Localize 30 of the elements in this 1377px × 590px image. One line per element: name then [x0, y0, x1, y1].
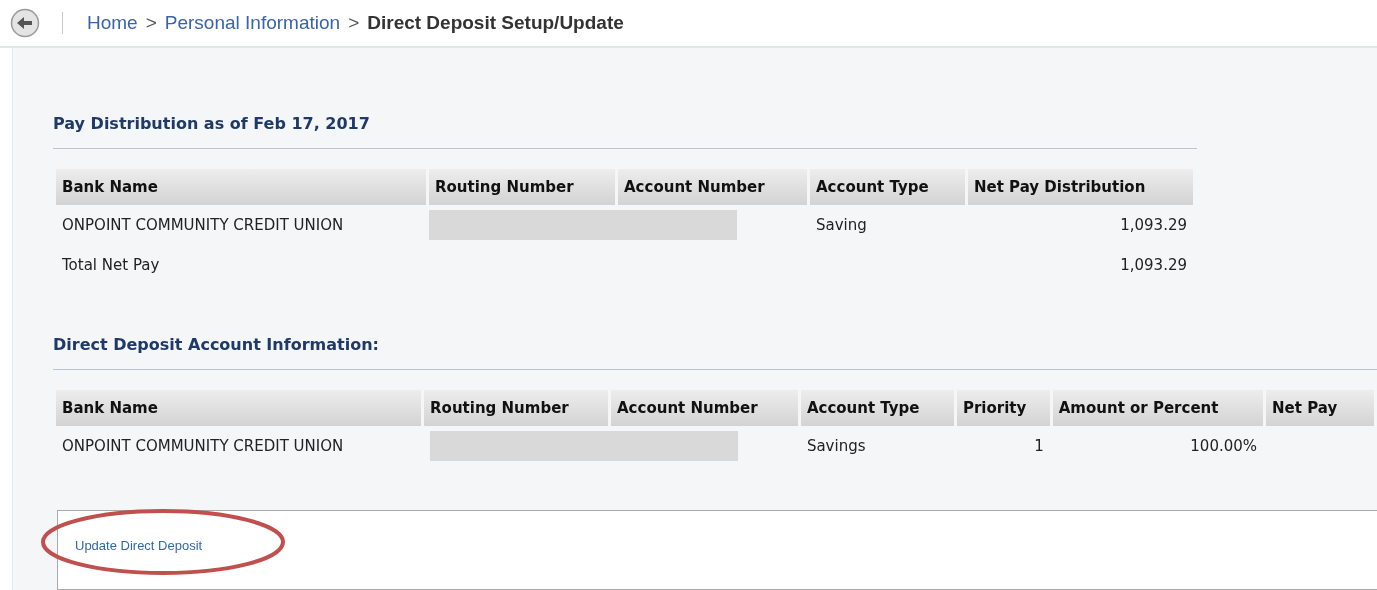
breadcrumb-separator: >: [145, 12, 157, 34]
column-header: Priority: [956, 390, 1050, 426]
column-header: Account Type: [810, 169, 965, 205]
table-cell: 1: [1034, 437, 1044, 455]
table-cell: 1,093.29: [1120, 256, 1187, 274]
breadcrumb-separator: >: [348, 12, 360, 34]
update-direct-deposit-link[interactable]: Update Direct Deposit: [75, 538, 203, 553]
column-header: Amount or Percent: [1052, 390, 1264, 426]
breadcrumb-current: Direct Deposit Setup/Update: [367, 12, 624, 34]
column-header: Routing Number: [429, 169, 615, 205]
column-header: Net Pay: [1266, 390, 1374, 426]
table-cell-text: ONPOINT COMMUNITY CREDIT UNION: [61, 215, 345, 236]
table-cell-text: ONPOINT COMMUNITY CREDIT UNION: [61, 436, 345, 457]
column-header: Net Pay Distribution: [968, 169, 1193, 205]
section-heading: Pay Distribution as of Feb 17, 2017: [53, 113, 371, 135]
column-header: Bank Name: [56, 169, 426, 205]
table-cell: 1,093.29: [1120, 216, 1187, 234]
column-header: Routing Number: [424, 390, 608, 426]
column-header: Account Type: [800, 390, 954, 426]
table-cell: Saving: [816, 216, 867, 234]
table-cell-text: Total Net Pay: [61, 255, 161, 276]
table-cell: Savings: [806, 437, 866, 455]
breadcrumb-link[interactable]: Personal Information: [164, 12, 341, 34]
section-heading: Direct Deposit Account Information:: [53, 334, 380, 356]
column-header: Account Number: [618, 169, 807, 205]
column-header: Account Number: [611, 390, 798, 426]
table-cell: 100.00%: [1190, 437, 1258, 455]
breadcrumb-link[interactable]: Home: [87, 12, 138, 34]
back-button[interactable]: [10, 8, 40, 38]
column-header: Bank Name: [56, 390, 422, 426]
